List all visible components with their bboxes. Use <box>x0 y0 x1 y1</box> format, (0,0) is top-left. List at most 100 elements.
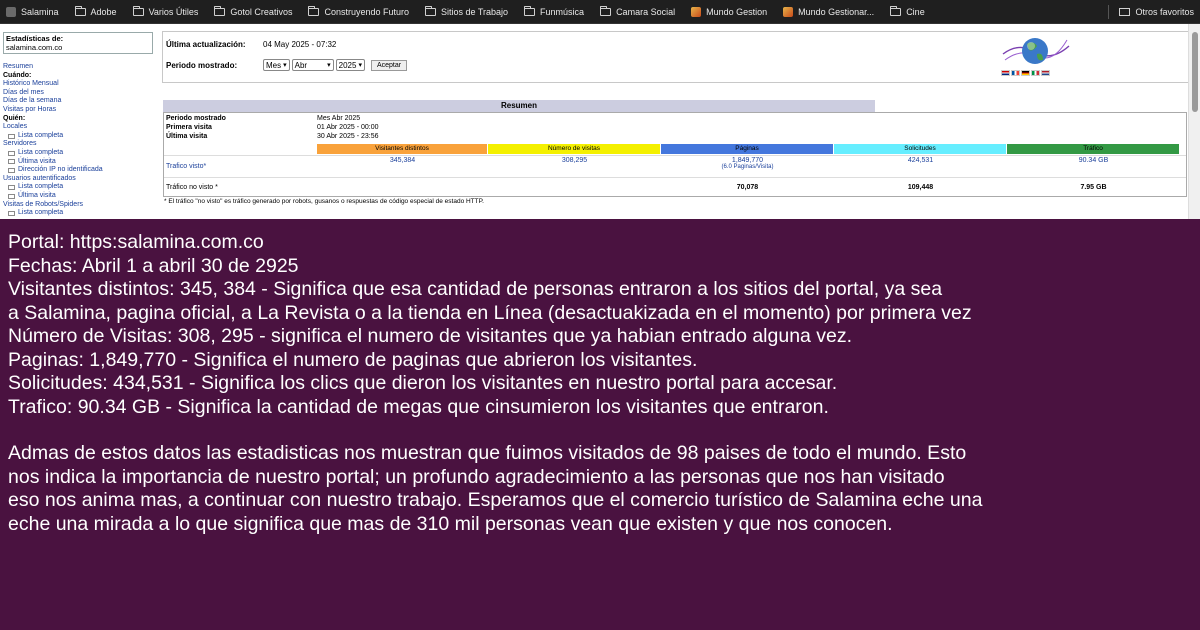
cell-paginas-unseen: 70,078 <box>736 184 759 191</box>
period-shown-value: Mes Abr 2025 <box>317 115 361 122</box>
bookmark-varios-utiles[interactable]: Varios Útiles <box>132 5 198 17</box>
period-type-select[interactable]: Mes <box>263 59 290 71</box>
table-row: Última visita 30 Abr 2025 - 23:56 <box>166 133 379 140</box>
site-favicon-icon <box>691 6 702 17</box>
table-row: Trafico visto* 345,384 308,295 1,849,770… <box>164 155 1186 176</box>
nav-historico[interactable]: Histórico Mensual <box>3 80 153 89</box>
caption-line: Fechas: Abril 1 a abril 30 de 2925 <box>8 254 299 277</box>
globe-icon <box>1002 38 1070 64</box>
web-page: Estadísticas de: salamina.com.co Resumen… <box>0 24 1200 219</box>
list-icon <box>8 133 15 139</box>
table-row: Tráfico no visto * 70,078 109,448 7.95 G… <box>164 177 1186 197</box>
cell-visitas: 308,295 <box>561 157 588 164</box>
nav-locales[interactable]: Locales <box>3 123 153 132</box>
bookmark-camara-social[interactable]: Camara Social <box>600 5 675 17</box>
first-visit-value: 01 Abr 2025 - 00:00 <box>317 124 379 131</box>
accept-button[interactable]: Aceptar <box>370 59 408 71</box>
nav-usuarios-lista[interactable]: Lista completa <box>3 183 153 192</box>
nav-dias-semana[interactable]: Días de la semana <box>3 97 153 106</box>
bookmark-mundo-gestionar[interactable]: Mundo Gestionar... <box>783 6 874 17</box>
list-icon <box>8 185 15 191</box>
col-header-trafico: Tráfico <box>1007 144 1179 154</box>
caption-panel: Portal: https:salamina.com.co Fechas: Ab… <box>0 219 1200 630</box>
folder-icon <box>74 5 86 16</box>
cell-solicitudes-unseen: 109,448 <box>907 184 934 191</box>
caption-paragraph-line: eso nos anima mas, a continuar con nuest… <box>8 489 983 511</box>
site-title: Estadísticas de: <box>6 34 64 43</box>
nav-heading-cuando: Cuándo: <box>3 71 32 79</box>
last-visit-label: Última visita <box>166 133 208 140</box>
flag-italy-icon[interactable] <box>1031 70 1040 76</box>
nav-resumen[interactable]: Resumen <box>3 63 153 72</box>
nav-usuarios-ultima[interactable]: Última visita <box>3 192 153 201</box>
nav-ip-no-identificada[interactable]: Dirección IP no identificada <box>3 166 153 175</box>
period-label: Periodo mostrado: <box>166 60 238 70</box>
nav-usuarios-autentificados[interactable]: Usuarios autentificados <box>3 175 153 184</box>
list-icon <box>8 193 15 199</box>
list-icon <box>8 159 15 165</box>
summary-heading: Resumen <box>163 100 875 112</box>
nav-robots-lista[interactable]: Lista completa <box>3 209 153 218</box>
list-icon <box>8 167 15 173</box>
flag-netherlands-icon[interactable] <box>1041 70 1050 76</box>
year-select[interactable]: 2025 <box>335 59 365 71</box>
period-form: Última actualización: 04 May 2025 - 07:3… <box>162 31 1192 83</box>
period-row: Periodo mostrado: Mes Abr 2025 Aceptar <box>166 59 408 71</box>
table-row: Primera visita 01 Abr 2025 - 00:00 <box>166 124 379 131</box>
footnote: * El tráfico "no visto" es tráfico gener… <box>164 198 484 205</box>
col-header-visitas: Número de visitas <box>488 144 660 154</box>
col-header-solicitudes: Solicitudes <box>834 144 1006 154</box>
bookmark-cine[interactable]: Cine <box>890 5 925 17</box>
nav-servidores-lista[interactable]: Lista completa <box>3 149 153 158</box>
cell-visitantes: 345,384 <box>389 157 416 164</box>
nav-servidores[interactable]: Servidores <box>3 140 153 149</box>
month-select[interactable]: Abr <box>291 59 334 71</box>
nav-locales-lista[interactable]: Lista completa <box>3 132 153 141</box>
bookmark-funmusica[interactable]: Funmúsica <box>524 5 584 17</box>
language-flags <box>1001 70 1051 76</box>
nav-servidores-ultima[interactable]: Última visita <box>3 158 153 167</box>
caption-line: Portal: https:salamina.com.co <box>8 231 264 253</box>
bookmark-mundo-gestion[interactable]: Mundo Gestion <box>691 6 767 17</box>
cell-trafico-unseen: 7.95 GB <box>1080 184 1107 191</box>
flag-france-icon[interactable] <box>1011 70 1020 76</box>
flag-germany-icon[interactable] <box>1021 70 1030 76</box>
site-box: Estadísticas de: salamina.com.co <box>3 32 153 54</box>
nav-dias-mes[interactable]: Días del mes <box>3 89 153 98</box>
site-favicon-icon <box>6 6 16 17</box>
bookmark-adobe[interactable]: Adobe <box>74 5 117 17</box>
folder-icon <box>1119 7 1131 16</box>
caption-line: Trafico: 90.34 GB - Significa la cantida… <box>8 395 829 418</box>
pages-per-visit: (6.0 Paginas/Visita) <box>721 164 774 170</box>
first-visit-label: Primera visita <box>166 124 212 131</box>
bookmark-otros-favoritos[interactable]: Otros favoritos <box>1119 7 1194 17</box>
cell-trafico: 90.34 GB <box>1078 157 1109 164</box>
flag-uk-icon[interactable] <box>1001 70 1010 76</box>
summary-table: Periodo mostrado Mes Abr 2025 Primera vi… <box>163 112 1187 197</box>
nav-visitas-horas[interactable]: Visitas por Horas <box>3 106 153 115</box>
cell-solicitudes: 424,531 <box>907 157 934 164</box>
divider <box>1108 4 1110 19</box>
folder-icon <box>890 5 902 16</box>
nav-heading-quien: Quién: <box>3 114 26 122</box>
caption-paragraph-line: nos indica la importancia de nuestro por… <box>8 465 945 488</box>
bookmark-gotol-creativos[interactable]: Gotol Creativos <box>214 5 292 17</box>
folder-icon <box>308 5 320 16</box>
nav-robots[interactable]: Visitas de Robots/Spiders <box>3 201 153 210</box>
last-update-row: Última actualización: 04 May 2025 - 07:3… <box>166 40 336 49</box>
list-icon <box>8 210 15 216</box>
bookmark-construyendo-futuro[interactable]: Construyendo Futuro <box>308 5 409 17</box>
last-update-label: Última actualización: <box>166 40 246 49</box>
site-favicon-icon <box>783 6 794 17</box>
period-shown-label: Periodo mostrado <box>166 115 226 122</box>
caption-paragraph-line: Admas de estos datos las estadisticas no… <box>8 442 967 464</box>
bookmark-salamina[interactable]: Salamina <box>6 6 59 17</box>
bookmarks-bar: Salamina Adobe Varios Útiles Gotol Creat… <box>0 0 1200 24</box>
folder-icon <box>524 5 536 16</box>
scrollbar-thumb[interactable] <box>1192 32 1198 112</box>
last-visit-value: 30 Abr 2025 - 23:56 <box>317 133 379 140</box>
bookmark-sitios-trabajo[interactable]: Sitios de Trabajo <box>425 5 508 17</box>
scrollbar[interactable] <box>1188 24 1200 219</box>
seen-traffic-label: Trafico visto* <box>166 162 207 170</box>
